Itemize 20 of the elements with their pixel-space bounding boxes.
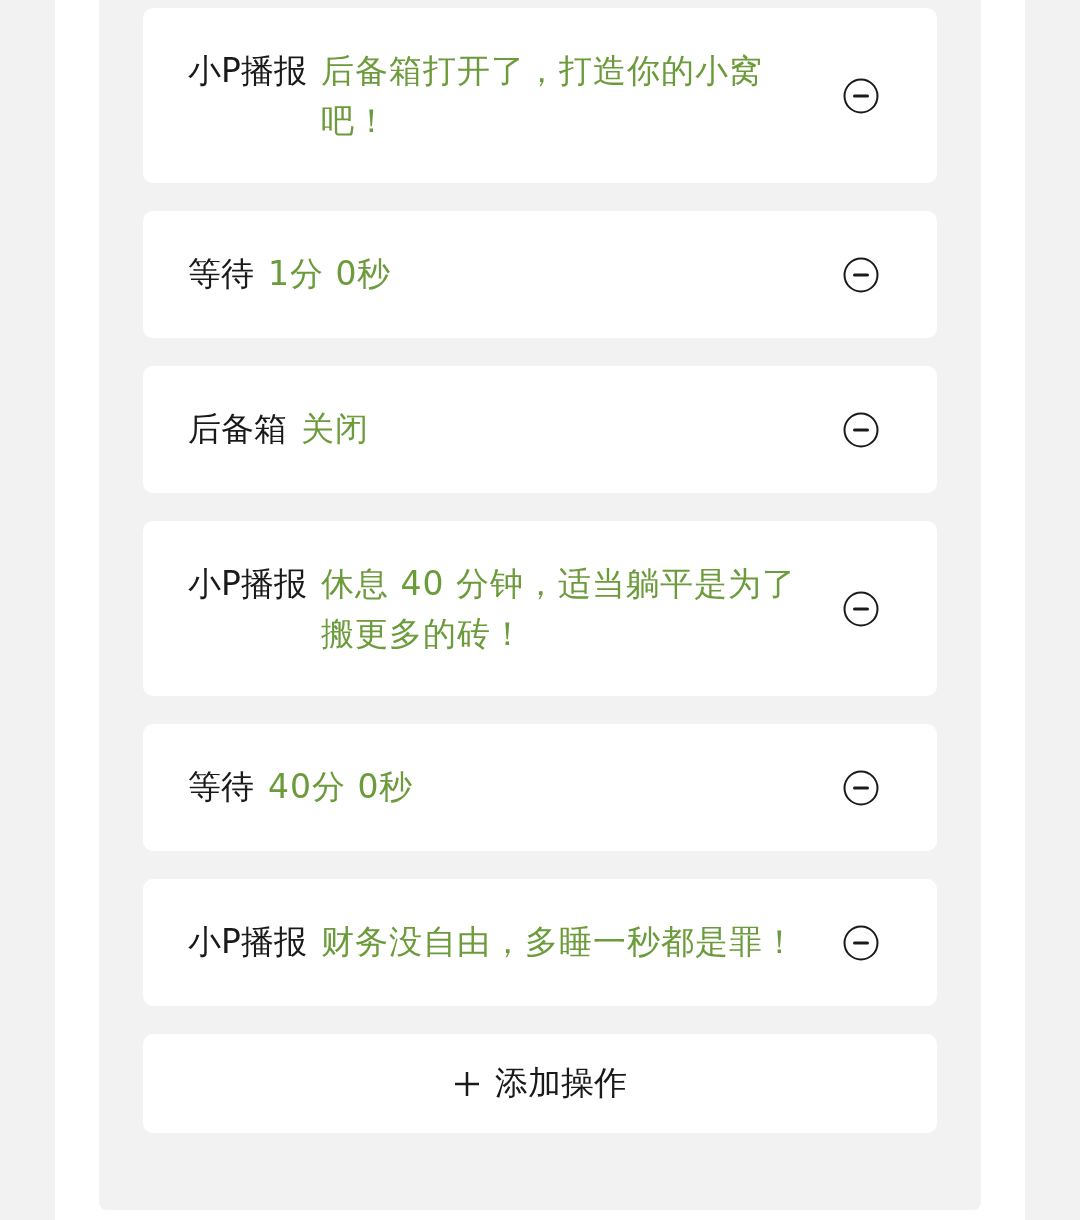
remove-icon[interactable] bbox=[843, 591, 879, 627]
action-value[interactable]: 1分 0秒 bbox=[268, 249, 768, 299]
action-label: 后备箱 bbox=[188, 408, 287, 450]
action-value[interactable]: 40分 0秒 bbox=[268, 762, 768, 812]
action-value[interactable]: 财务没自由，多睡一秒都是罪！ bbox=[320, 917, 821, 967]
action-label: 小P播报 bbox=[188, 921, 307, 963]
add-action-button[interactable]: 添加操作 bbox=[143, 1034, 937, 1133]
action-value[interactable]: 后备箱打开了，打造你的小窝吧！ bbox=[320, 46, 821, 146]
remove-icon[interactable] bbox=[843, 770, 879, 806]
remove-icon[interactable] bbox=[843, 925, 879, 961]
action-value[interactable]: 关闭 bbox=[301, 404, 801, 454]
plus-icon bbox=[453, 1069, 481, 1098]
remove-icon[interactable] bbox=[843, 412, 879, 448]
remove-icon[interactable] bbox=[843, 257, 879, 293]
action-label: 等待 bbox=[188, 253, 254, 295]
action-label: 小P播报 bbox=[188, 50, 307, 92]
action-label: 小P播报 bbox=[188, 563, 307, 605]
action-value[interactable]: 休息 40 分钟，适当躺平是为了搬更多的砖！ bbox=[320, 559, 821, 659]
remove-icon[interactable] bbox=[843, 78, 879, 114]
action-label: 等待 bbox=[188, 766, 254, 808]
